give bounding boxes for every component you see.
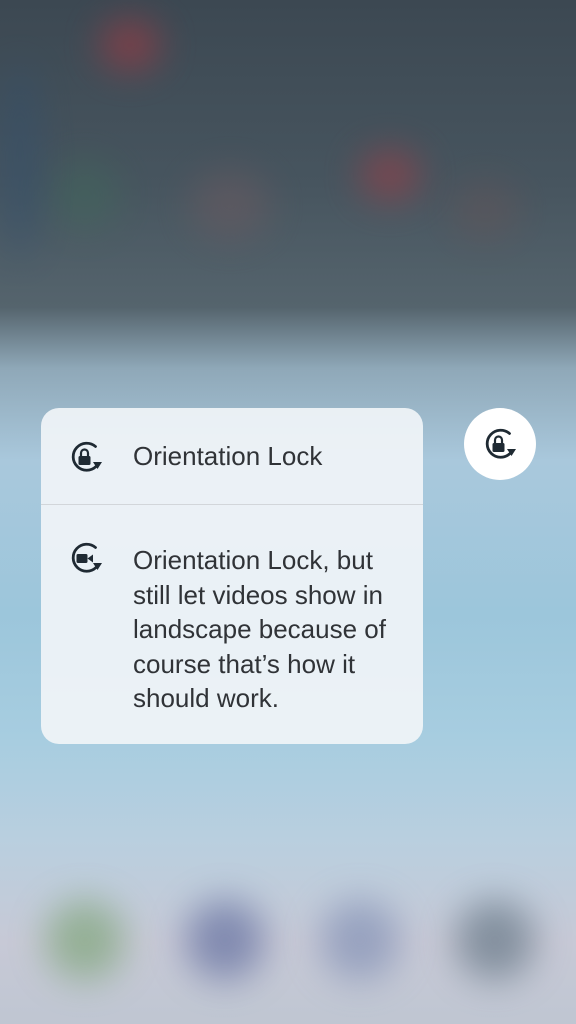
blurred-home-screen: Orientation Lock Orientation Lock, but s… — [0, 0, 576, 1024]
blurred-app-icon — [100, 20, 160, 70]
blurred-dock-icon — [185, 900, 265, 980]
orientation-lock-icon — [71, 441, 102, 472]
blurred-app-icon — [360, 150, 420, 200]
blurred-app-icon — [50, 160, 120, 230]
orientation-lock-label: Orientation Lock — [133, 441, 323, 471]
blurred-dock-icon — [320, 900, 400, 980]
orientation-lock-video-icon — [71, 542, 102, 573]
orientation-lock-option[interactable]: Orientation Lock — [41, 408, 423, 504]
orientation-lock-video-option[interactable]: Orientation Lock, but still let videos s… — [41, 505, 423, 744]
blurred-dock-icon — [45, 900, 125, 980]
blurred-app-icon — [190, 170, 270, 240]
blurred-app-icon — [450, 180, 520, 240]
orientation-lock-button[interactable] — [464, 408, 536, 480]
quick-action-menu: Orientation Lock Orientation Lock, but s… — [41, 408, 423, 744]
blurred-dock-icon — [455, 900, 535, 980]
orientation-lock-icon — [485, 428, 516, 459]
orientation-lock-video-label: Orientation Lock, but still let videos s… — [133, 545, 386, 713]
blurred-app-icon — [0, 60, 40, 260]
